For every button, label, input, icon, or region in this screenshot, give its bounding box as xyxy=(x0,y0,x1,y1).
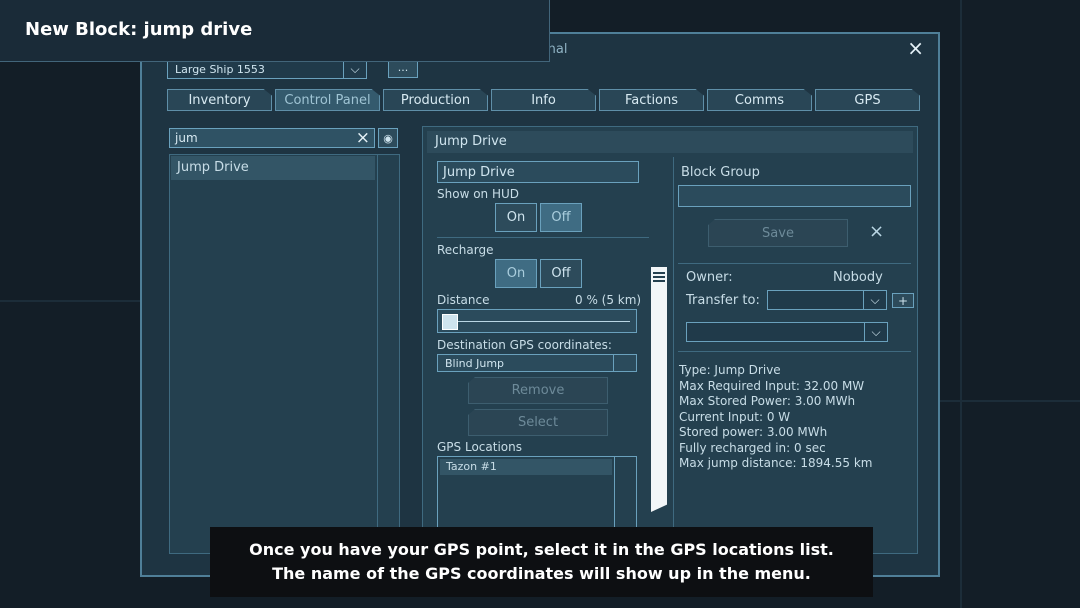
save-button[interactable]: Save xyxy=(708,219,848,247)
search-value: jum xyxy=(175,131,198,145)
info-line: Max Required Input: 32.00 MW xyxy=(679,378,865,393)
divider xyxy=(613,355,614,371)
recharge-off-button[interactable]: Off xyxy=(540,259,582,288)
subtitle-box: Once you have your GPS point, select it … xyxy=(210,527,873,597)
distance-slider[interactable] xyxy=(437,309,637,333)
divider xyxy=(678,351,911,352)
eye-toggle-icon[interactable]: ◉ xyxy=(378,128,398,148)
tab-gps[interactable]: GPS xyxy=(815,89,920,111)
list-scrollbar-track[interactable] xyxy=(377,155,378,553)
recharge-label: Recharge xyxy=(437,243,494,257)
ship-select-value: Large Ship 1553 xyxy=(175,63,265,76)
background-line xyxy=(0,300,140,302)
chevron-down-icon: ⌵ xyxy=(343,60,366,78)
slider-handle[interactable] xyxy=(442,314,458,330)
distance-label: Distance xyxy=(437,293,490,307)
owner-value: Nobody xyxy=(833,270,883,285)
hud-on-button[interactable]: On xyxy=(495,203,537,232)
destination-label: Destination GPS coordinates: xyxy=(437,338,612,352)
close-icon[interactable]: × xyxy=(907,36,924,60)
block-name-input[interactable]: Jump Drive xyxy=(437,161,639,183)
list-item-label: Jump Drive xyxy=(177,160,249,175)
chevron-down-icon: ⌵ xyxy=(864,323,887,341)
recharge-on-button[interactable]: On xyxy=(495,259,537,288)
block-group-label: Block Group xyxy=(681,165,760,180)
tab-info[interactable]: Info xyxy=(491,89,596,111)
select-button[interactable]: Select xyxy=(468,409,608,436)
list-item[interactable]: Jump Drive xyxy=(171,156,375,180)
info-line: Max Stored Power: 3.00 MWh xyxy=(679,394,856,408)
block-list: Jump Drive xyxy=(169,154,400,554)
destination-select[interactable]: Blind Jump xyxy=(437,354,637,372)
chevron-down-icon: ⌵ xyxy=(863,291,886,309)
detail-header-title: Jump Drive xyxy=(435,134,507,149)
transfer-label: Transfer to: xyxy=(686,293,760,308)
ship-select[interactable]: Large Ship 1553 ⌵ xyxy=(167,59,367,79)
show-on-hud-label: Show on HUD xyxy=(437,187,520,201)
list-item-label: Tazon #1 xyxy=(446,460,497,473)
terminal-window: Terminal × Large Ship 1553 ⌵ ... Invento… xyxy=(140,32,940,577)
block-name-value: Jump Drive xyxy=(443,165,515,180)
hud-off-button[interactable]: Off xyxy=(540,203,582,232)
divider xyxy=(673,157,674,553)
divider xyxy=(678,263,911,264)
detail-panel: Jump Drive Jump Drive Show on HUD On Off… xyxy=(422,126,918,554)
slider-track xyxy=(446,321,630,322)
grip-icon xyxy=(653,272,665,274)
search-input[interactable]: jum × xyxy=(169,128,375,148)
destination-value: Blind Jump xyxy=(445,357,505,370)
tab-control-panel[interactable]: Control Panel xyxy=(275,89,380,111)
remove-button[interactable]: Remove xyxy=(468,377,608,404)
video-title: New Block: jump drive xyxy=(25,19,253,40)
clear-search-icon[interactable]: × xyxy=(356,128,370,148)
info-line: Type: Jump Drive xyxy=(679,363,781,377)
divider xyxy=(437,237,649,238)
transfer-select[interactable]: ⌵ xyxy=(767,290,887,310)
tab-comms[interactable]: Comms xyxy=(707,89,812,111)
block-group-input[interactable] xyxy=(678,185,911,207)
background-line xyxy=(960,0,962,608)
info-line: Current Input: 0 W xyxy=(679,409,791,424)
detail-header: Jump Drive xyxy=(427,131,913,153)
info-line: Fully recharged in: 0 sec xyxy=(679,440,826,455)
subtitle-line: The name of the GPS coordinates will sho… xyxy=(272,564,811,583)
info-line: Stored power: 3.00 MWh xyxy=(679,425,828,439)
tab-inventory[interactable]: Inventory xyxy=(167,89,272,111)
add-button[interactable]: + xyxy=(892,293,914,308)
distance-value: 0 % (5 km) xyxy=(575,293,642,307)
tab-production[interactable]: Production xyxy=(383,89,488,111)
secondary-select[interactable]: ⌵ xyxy=(686,322,888,342)
subtitle-line: Once you have your GPS point, select it … xyxy=(249,540,834,559)
scrollbar-thumb[interactable] xyxy=(651,267,667,512)
info-line: Max jump distance: 1894.55 km xyxy=(679,456,873,470)
block-info: Type: Jump Drive Max Required Input: 32.… xyxy=(679,363,872,472)
tab-factions[interactable]: Factions xyxy=(599,89,704,111)
list-item[interactable]: Tazon #1 xyxy=(440,459,612,475)
clear-group-icon[interactable]: × xyxy=(869,221,884,242)
gps-locations-label: GPS Locations xyxy=(437,440,522,454)
video-title-banner: New Block: jump drive xyxy=(0,0,550,62)
owner-label: Owner: xyxy=(686,270,733,285)
